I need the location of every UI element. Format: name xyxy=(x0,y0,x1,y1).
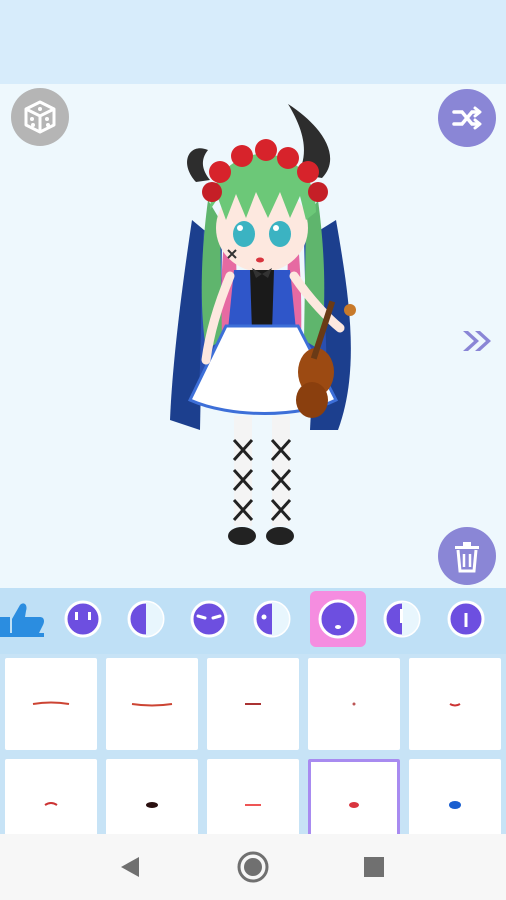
face-eyes-icon xyxy=(64,600,102,638)
shuffle-icon xyxy=(452,106,482,130)
mouth-options-grid xyxy=(0,654,506,834)
category-blush[interactable] xyxy=(374,591,430,647)
shoe-left xyxy=(228,527,256,545)
recents-button[interactable] xyxy=(358,851,390,883)
next-page-button[interactable] xyxy=(460,327,496,355)
mouth-option-4[interactable] xyxy=(308,658,400,750)
back-button[interactable] xyxy=(114,851,146,883)
home-circle-icon xyxy=(237,851,269,883)
eye-right xyxy=(269,221,291,247)
eye-left xyxy=(233,221,255,247)
dice-icon xyxy=(24,100,56,134)
category-line[interactable] xyxy=(438,591,494,647)
face-line-icon xyxy=(447,600,485,638)
mouth-option-6[interactable] xyxy=(5,759,97,834)
trash-icon xyxy=(455,542,479,573)
randomize-dice-button[interactable] xyxy=(11,88,69,146)
face-left-eye-icon xyxy=(253,600,291,638)
face-half-icon xyxy=(127,600,165,638)
category-closed-eyes[interactable] xyxy=(181,591,237,647)
category-bar xyxy=(0,588,506,654)
category-thumbs-up[interactable] xyxy=(0,591,50,647)
mouth xyxy=(256,257,264,263)
shuffle-button[interactable] xyxy=(438,89,496,147)
back-triangle-icon xyxy=(121,857,139,877)
mouth-option-9[interactable] xyxy=(308,759,400,834)
mouth-option-5[interactable] xyxy=(409,658,501,750)
category-mouth[interactable] xyxy=(310,591,366,647)
system-nav-bar xyxy=(0,834,506,900)
double-chevron-right-icon xyxy=(463,331,491,351)
category-face-half[interactable] xyxy=(118,591,174,647)
horn-left xyxy=(187,148,210,182)
home-button[interactable] xyxy=(237,851,269,883)
category-left-eye[interactable] xyxy=(244,591,300,647)
category-eyes[interactable] xyxy=(55,591,111,647)
delete-button[interactable] xyxy=(438,527,496,585)
mouth-option-10[interactable] xyxy=(409,759,501,834)
mouth-option-7[interactable] xyxy=(106,759,198,834)
face-closed-eyes-icon xyxy=(190,600,228,638)
mouth-option-8[interactable] xyxy=(207,759,299,834)
top-bar xyxy=(0,0,506,84)
mouth-option-3[interactable] xyxy=(207,658,299,750)
character-avatar xyxy=(170,104,356,545)
shoe-right xyxy=(266,527,294,545)
mouth-option-1[interactable] xyxy=(5,658,97,750)
face-mouth-icon xyxy=(318,599,358,639)
recents-square-icon xyxy=(364,857,384,877)
thumbs-up-icon xyxy=(0,603,44,637)
mouth-option-2[interactable] xyxy=(106,658,198,750)
face-blush-icon xyxy=(383,600,421,638)
